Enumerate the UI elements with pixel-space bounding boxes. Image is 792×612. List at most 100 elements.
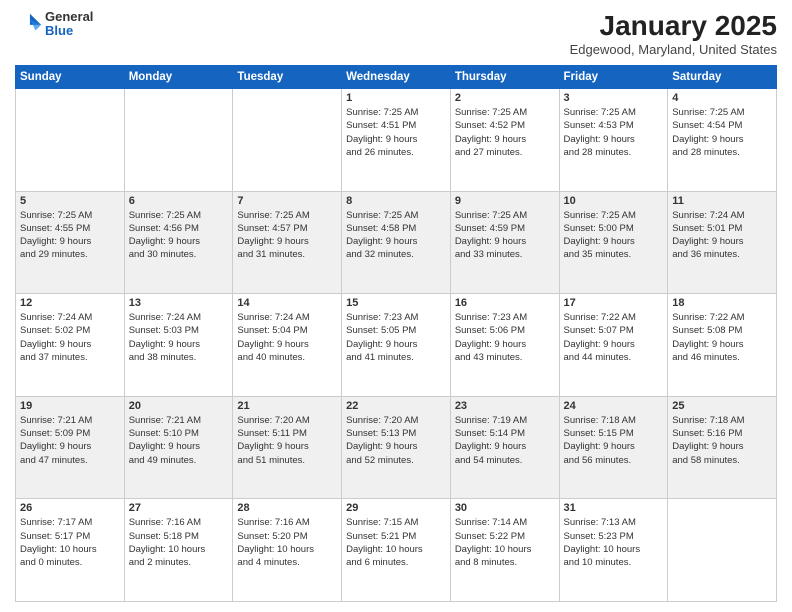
cell-line: Sunrise: 7:24 AM — [237, 311, 337, 324]
cell-line: Sunrise: 7:21 AM — [129, 414, 229, 427]
header: General Blue January 2025 Edgewood, Mary… — [15, 10, 777, 57]
calendar-cell: 12Sunrise: 7:24 AMSunset: 5:02 PMDayligh… — [16, 294, 125, 397]
cell-line: Sunset: 5:17 PM — [20, 530, 120, 543]
cell-line: and 29 minutes. — [20, 248, 120, 261]
cell-line: Daylight: 9 hours — [564, 235, 664, 248]
cell-content: Sunrise: 7:18 AMSunset: 5:16 PMDaylight:… — [672, 414, 772, 467]
cell-line: Sunset: 4:59 PM — [455, 222, 555, 235]
cell-line: Sunrise: 7:18 AM — [672, 414, 772, 427]
day-number: 26 — [20, 502, 120, 514]
cell-line: Daylight: 9 hours — [455, 133, 555, 146]
cell-line: and 8 minutes. — [455, 556, 555, 569]
cell-line: Sunset: 5:16 PM — [672, 427, 772, 440]
cell-line: Sunrise: 7:25 AM — [129, 209, 229, 222]
cell-line: Daylight: 10 hours — [20, 543, 120, 556]
cell-line: Sunset: 4:57 PM — [237, 222, 337, 235]
cell-content: Sunrise: 7:24 AMSunset: 5:04 PMDaylight:… — [237, 311, 337, 364]
day-number: 18 — [672, 297, 772, 309]
cell-line: Sunrise: 7:19 AM — [455, 414, 555, 427]
cell-line: Sunset: 5:04 PM — [237, 324, 337, 337]
cell-line: Sunrise: 7:24 AM — [129, 311, 229, 324]
cell-content: Sunrise: 7:25 AMSunset: 4:53 PMDaylight:… — [564, 106, 664, 159]
cell-line: Sunrise: 7:25 AM — [346, 209, 446, 222]
cell-line: Sunset: 5:08 PM — [672, 324, 772, 337]
calendar-cell: 16 Sunrise: 7:23 AMSunset: 5:06 PMDayligh… — [450, 294, 559, 397]
day-header-monday: Monday — [124, 66, 233, 89]
cell-content: Sunrise: 7:21 AMSunset: 5:09 PMDaylight:… — [20, 414, 120, 467]
day-number: 19 — [20, 400, 120, 412]
cell-line: and 36 minutes. — [672, 248, 772, 261]
cell-content: Sunrise: 7:25 AMSunset: 4:52 PMDaylight:… — [455, 106, 555, 159]
header-row: SundayMondayTuesdayWednesdayThursdayFrid… — [16, 66, 777, 89]
cell-content: Sunrise: 7:23 AMSunset: 5:06 PMDaylight:… — [455, 311, 555, 364]
cell-line: Sunset: 5:01 PM — [672, 222, 772, 235]
day-number: 10 — [564, 195, 664, 207]
cell-line: Sunset: 5:03 PM — [129, 324, 229, 337]
cell-line: Sunrise: 7:14 AM — [455, 516, 555, 529]
day-number: 11 — [672, 195, 772, 207]
day-number: 22 — [346, 400, 446, 412]
cell-line: Sunset: 4:51 PM — [346, 119, 446, 132]
calendar-cell: 20Sunrise: 7:21 AMSunset: 5:10 PMDayligh… — [124, 396, 233, 499]
cell-line: and 52 minutes. — [346, 454, 446, 467]
calendar-table: SundayMondayTuesdayWednesdayThursdayFrid… — [15, 65, 777, 602]
cell-line: Daylight: 9 hours — [346, 235, 446, 248]
cell-line: Daylight: 9 hours — [564, 440, 664, 453]
cell-line: Sunset: 5:22 PM — [455, 530, 555, 543]
calendar-cell: 29Sunrise: 7:15 AMSunset: 5:21 PMDayligh… — [342, 499, 451, 602]
cell-line: and 30 minutes. — [129, 248, 229, 261]
title-block: January 2025 Edgewood, Maryland, United … — [570, 10, 777, 57]
cell-line: and 56 minutes. — [564, 454, 664, 467]
calendar-cell: 28Sunrise: 7:16 AMSunset: 5:20 PMDayligh… — [233, 499, 342, 602]
cell-line: Daylight: 9 hours — [237, 338, 337, 351]
cell-line: and 41 minutes. — [346, 351, 446, 364]
cell-line: Sunset: 4:56 PM — [129, 222, 229, 235]
cell-content: Sunrise: 7:16 AMSunset: 5:18 PMDaylight:… — [129, 516, 229, 569]
cell-content: Sunrise: 7:25 AMSunset: 4:51 PMDaylight:… — [346, 106, 446, 159]
day-number: 5 — [20, 195, 120, 207]
cell-line: and 32 minutes. — [346, 248, 446, 261]
cell-line: Sunrise: 7:25 AM — [346, 106, 446, 119]
cell-content: Sunrise: 7:25 AMSunset: 4:55 PMDaylight:… — [20, 209, 120, 262]
day-number: 29 — [346, 502, 446, 514]
cell-line: and 51 minutes. — [237, 454, 337, 467]
cell-line: Sunrise: 7:22 AM — [672, 311, 772, 324]
cell-line: Sunset: 5:14 PM — [455, 427, 555, 440]
cell-line: Daylight: 9 hours — [672, 440, 772, 453]
day-number: 2 — [455, 92, 555, 104]
cell-line: Sunrise: 7:25 AM — [455, 106, 555, 119]
cell-line: and 26 minutes. — [346, 146, 446, 159]
cell-line: and 2 minutes. — [129, 556, 229, 569]
calendar-cell: 4Sunrise: 7:25 AMSunset: 4:54 PMDaylight… — [668, 89, 777, 192]
cell-content: Sunrise: 7:19 AMSunset: 5:14 PMDaylight:… — [455, 414, 555, 467]
cell-line: Sunset: 5:05 PM — [346, 324, 446, 337]
cell-line: Daylight: 10 hours — [129, 543, 229, 556]
calendar-cell: 27Sunrise: 7:16 AMSunset: 5:18 PMDayligh… — [124, 499, 233, 602]
cell-line: Sunrise: 7:23 AM — [455, 311, 555, 324]
cell-line: Daylight: 9 hours — [346, 338, 446, 351]
logo-general-text: General — [45, 10, 93, 24]
calendar-cell: 25Sunrise: 7:18 AMSunset: 5:16 PMDayligh… — [668, 396, 777, 499]
cell-content: Sunrise: 7:24 AMSunset: 5:01 PMDaylight:… — [672, 209, 772, 262]
cell-line: Sunrise: 7:15 AM — [346, 516, 446, 529]
cell-content: Sunrise: 7:22 AMSunset: 5:08 PMDaylight:… — [672, 311, 772, 364]
calendar-cell: 24Sunrise: 7:18 AMSunset: 5:15 PMDayligh… — [559, 396, 668, 499]
day-number: 30 — [455, 502, 555, 514]
cell-line: Sunrise: 7:23 AM — [346, 311, 446, 324]
calendar-cell: 14Sunrise: 7:24 AMSunset: 5:04 PMDayligh… — [233, 294, 342, 397]
cell-line: and 35 minutes. — [564, 248, 664, 261]
day-header-sunday: Sunday — [16, 66, 125, 89]
cell-content: Sunrise: 7:25 AMSunset: 4:54 PMDaylight:… — [672, 106, 772, 159]
cell-line: Sunrise: 7:25 AM — [20, 209, 120, 222]
day-number: 7 — [237, 195, 337, 207]
cell-line: Sunset: 4:58 PM — [346, 222, 446, 235]
cell-line: Sunset: 5:21 PM — [346, 530, 446, 543]
cell-line: Sunrise: 7:18 AM — [564, 414, 664, 427]
cell-line: Sunrise: 7:20 AM — [346, 414, 446, 427]
cell-content: Sunrise: 7:17 AMSunset: 5:17 PMDaylight:… — [20, 516, 120, 569]
day-number: 16 — [455, 297, 555, 309]
cell-line: Daylight: 9 hours — [20, 440, 120, 453]
logo-icon — [15, 10, 43, 38]
cell-line: Sunset: 5:06 PM — [455, 324, 555, 337]
cell-line: Sunrise: 7:13 AM — [564, 516, 664, 529]
